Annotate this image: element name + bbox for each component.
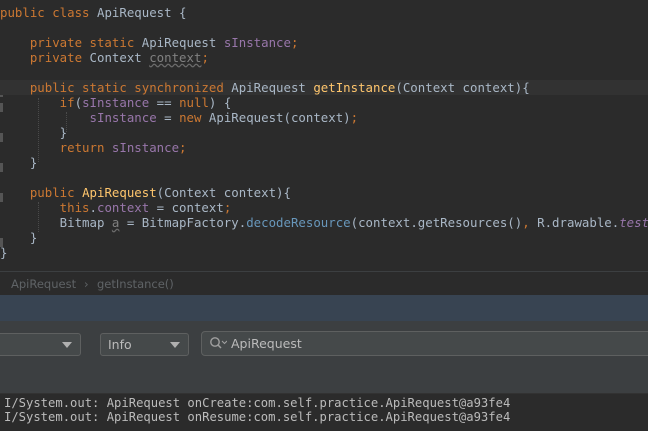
code-token: decodeResource [246, 215, 351, 230]
code-line[interactable]: private Context context; [0, 50, 648, 65]
code-token: == [149, 95, 180, 110]
code-token: R.drawable. [537, 215, 620, 230]
code-token: = BitmapFactory. [119, 215, 247, 230]
code-token: ) { [208, 95, 232, 110]
logcat-toolbar: Info ApiRequest [0, 321, 648, 393]
code-token: ApiRequest(context) [208, 110, 351, 125]
code-line[interactable]: sInstance = new ApiRequest(context); [0, 110, 648, 125]
log-level-select[interactable]: Info [100, 333, 189, 356]
code-line[interactable]: private static ApiRequest sInstance; [0, 35, 648, 50]
code-line[interactable]: return sInstance; [0, 140, 648, 155]
code-token: Context [89, 50, 150, 65]
code-token: } [0, 245, 8, 260]
code-token: . [89, 200, 97, 215]
code-line[interactable]: } [0, 155, 648, 170]
chevron-down-icon [62, 342, 72, 348]
code-token: context [97, 200, 150, 215]
log-level-value: Info [108, 337, 132, 352]
code-line[interactable]: if(sInstance == null) { [0, 95, 648, 110]
code-token: Bitmap [0, 215, 112, 230]
code-token: sInstance [82, 95, 150, 110]
code-token: (context.getResources() [350, 215, 523, 230]
code-editor[interactable]: public class ApiRequest { private static… [0, 0, 648, 272]
log-line: I/System.out: ApiRequest onCreate:com.se… [4, 396, 511, 410]
code-token: this [0, 200, 90, 215]
code-token: sInstance [111, 140, 180, 155]
code-token: = context [149, 200, 224, 215]
code-token: } [0, 230, 38, 245]
code-token: ApiRequest [141, 35, 224, 50]
code-token: (Context context){ [395, 80, 530, 95]
code-token: ; [223, 200, 232, 215]
code-line[interactable]: Bitmap a = BitmapFactory.decodeResource(… [0, 215, 648, 230]
code-line[interactable] [0, 170, 648, 185]
process-select[interactable] [0, 333, 81, 356]
code-token: new [179, 110, 209, 125]
code-token: public [0, 185, 83, 200]
code-line[interactable] [0, 20, 648, 35]
code-token: public static synchronized [0, 80, 232, 95]
code-token: , [522, 215, 538, 230]
code-token: ; [350, 110, 359, 125]
editor-divider [0, 271, 648, 272]
code-token: return [0, 140, 112, 155]
code-token: public class [0, 5, 97, 20]
code-token: ApiRequest { [96, 5, 187, 20]
code-token: getInstance [313, 80, 396, 95]
breadcrumb-item-class[interactable]: ApiRequest [11, 273, 76, 295]
tool-window-header [0, 295, 648, 321]
code-token: ; [179, 140, 187, 155]
code-token: context [149, 50, 202, 65]
code-token: ; [201, 50, 209, 65]
breadcrumb-item-method[interactable]: getInstance() [97, 273, 174, 295]
code-token: (Context context){ [156, 185, 291, 200]
code-token: ( [74, 95, 83, 110]
breadcrumb-separator: › [84, 277, 89, 291]
search-value: ApiRequest [231, 336, 302, 351]
code-line[interactable] [0, 65, 648, 80]
code-line[interactable]: public static synchronized ApiRequest ge… [0, 80, 648, 95]
logcat-output[interactable]: I/System.out: ApiRequest onCreate:com.se… [0, 393, 648, 431]
code-token: } [0, 125, 68, 140]
code-token: if [0, 95, 75, 110]
code-line[interactable]: } [0, 245, 648, 260]
code-token: sInstance [223, 35, 291, 50]
chevron-down-icon [170, 342, 180, 348]
code-token: sInstance [89, 110, 157, 125]
code-token: private [0, 50, 90, 65]
code-token: = [156, 110, 180, 125]
search-icon [209, 336, 228, 353]
code-line[interactable]: public ApiRequest(Context context){ [0, 185, 648, 200]
breadcrumb: ApiRequest › getInstance() [0, 273, 648, 295]
code-token: ; [290, 35, 299, 50]
logcat-search-input[interactable]: ApiRequest [201, 331, 648, 356]
code-token: null [179, 95, 209, 110]
code-line[interactable]: this.context = context; [0, 200, 648, 215]
code-line[interactable]: } [0, 125, 648, 140]
log-line: I/System.out: ApiRequest onResume:com.se… [4, 410, 511, 424]
code-token: ApiRequest [82, 185, 157, 200]
code-token: } [0, 155, 38, 170]
code-token: ApiRequest [231, 80, 314, 95]
code-line[interactable]: } [0, 230, 648, 245]
code-line[interactable]: public class ApiRequest { [0, 5, 648, 20]
code-token: private static [0, 35, 142, 50]
code-token: test2 [619, 215, 648, 230]
